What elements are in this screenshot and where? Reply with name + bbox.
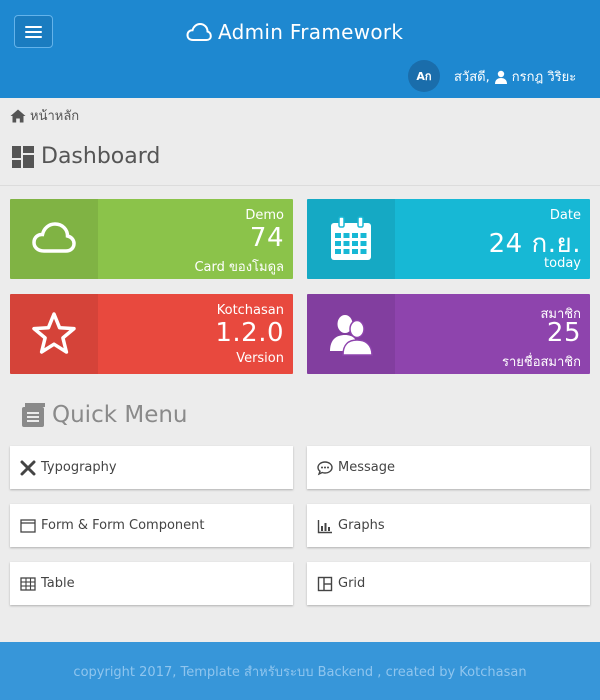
calendar-icon <box>331 216 371 260</box>
quick-menu-heading: Quick Menu <box>20 402 188 428</box>
card-subtitle: รายชื่อสมาชิก <box>501 355 581 370</box>
quick-menu-grid[interactable]: Grid <box>307 562 590 605</box>
card-date[interactable]: Date 24 ก.ย. today <box>307 199 590 279</box>
quick-menu-typography[interactable]: Typography <box>10 446 293 489</box>
greeting-text: สวัสดี, <box>454 70 490 85</box>
footer-copyright: copyright 2017, Template สำหรับระบบ Back… <box>73 664 527 680</box>
quick-menu-title: Quick Menu <box>52 402 188 428</box>
language-button[interactable]: Aก <box>408 60 440 92</box>
user-icon <box>494 70 507 84</box>
user-menu[interactable]: สวัสดี, กรกฎ วิริยะ <box>454 66 576 87</box>
quick-menu-form[interactable]: Form & Form Component <box>10 504 293 547</box>
user-name: กรกฎ วิริยะ <box>511 70 577 85</box>
dashboard-icon <box>12 145 34 168</box>
menu-book-icon <box>22 403 45 427</box>
card-value: 25 <box>546 318 581 348</box>
card-label: Date <box>549 208 581 223</box>
card-members[interactable]: สมาชิก 25 รายชื่อสมาชิก <box>307 294 590 374</box>
quick-menu-label: Form & Form Component <box>41 518 205 533</box>
card-subtitle: today <box>544 256 581 271</box>
tools-icon <box>20 460 36 475</box>
home-icon <box>10 109 26 122</box>
card-icon-box <box>10 294 98 374</box>
quick-menu-graphs[interactable]: Graphs <box>307 504 590 547</box>
quick-menu-label: Table <box>41 576 75 591</box>
cloud-icon <box>32 222 76 253</box>
message-icon <box>317 460 333 475</box>
hamburger-menu-button[interactable] <box>14 15 53 48</box>
card-demo[interactable]: Demo 74 Card ของโมดูล <box>10 199 293 279</box>
form-icon <box>20 518 36 533</box>
quick-menu-label: Message <box>338 460 395 475</box>
card-kotchasan[interactable]: Kotchasan 1.2.0 Version <box>10 294 293 374</box>
card-subtitle: Version <box>236 351 284 366</box>
table-icon <box>20 576 36 591</box>
card-icon-box <box>307 294 395 374</box>
menu-bar <box>25 35 42 38</box>
grid-icon <box>317 576 333 591</box>
page-title-text: Dashboard <box>41 144 161 169</box>
brand-link[interactable]: Admin Framework <box>186 16 403 48</box>
star-icon <box>32 312 76 354</box>
menu-bar <box>25 30 42 33</box>
footer: copyright 2017, Template สำหรับระบบ Back… <box>0 642 600 700</box>
breadcrumb-home-link[interactable]: หน้าหลัก <box>30 105 79 126</box>
users-icon <box>330 315 373 356</box>
card-icon-box <box>307 199 395 279</box>
quick-menu-label: Typography <box>41 460 117 475</box>
card-label: Demo <box>245 208 284 223</box>
top-header: Admin Framework Aก สวัสดี, กรกฎ วิริยะ <box>0 0 600 98</box>
card-label: Kotchasan <box>216 303 284 318</box>
card-icon-box <box>10 199 98 279</box>
graph-icon <box>317 519 332 533</box>
card-value: 74 <box>249 223 284 253</box>
quick-menu-table[interactable]: Table <box>10 562 293 605</box>
quick-menu-message[interactable]: Message <box>307 446 590 489</box>
brand-title: Admin Framework <box>218 20 404 44</box>
quick-menu-label: Graphs <box>338 518 385 533</box>
title-divider <box>0 185 600 186</box>
breadcrumb: หน้าหลัก <box>10 105 79 126</box>
cloud-icon <box>186 22 212 41</box>
card-subtitle: Card ของโมดูล <box>194 260 284 275</box>
card-value: 1.2.0 <box>215 318 284 348</box>
quick-menu-label: Grid <box>338 576 366 591</box>
page-title: Dashboard <box>12 144 160 169</box>
menu-bar <box>25 25 42 28</box>
